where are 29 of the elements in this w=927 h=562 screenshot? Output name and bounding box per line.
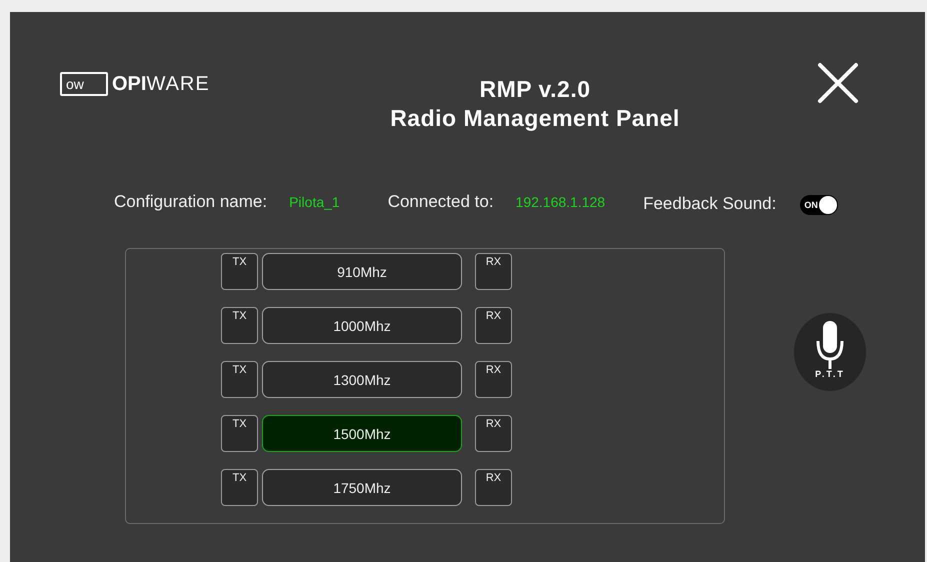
info-label: Configuration name: bbox=[114, 192, 268, 212]
info-value: 192.168.1.128 bbox=[516, 194, 606, 210]
frequency-button[interactable]: 1000Mhz bbox=[262, 307, 462, 344]
feedback-sound-toggle[interactable]: ON bbox=[800, 195, 838, 215]
rx-button[interactable]: RX bbox=[475, 361, 512, 398]
logo-text: WARE bbox=[146, 72, 210, 96]
ptt-button[interactable]: P.T.T bbox=[794, 313, 866, 391]
frequency-button[interactable]: 1500Mhz bbox=[262, 415, 462, 452]
app-subtitle: Radio Management Panel bbox=[390, 104, 680, 133]
tx-button[interactable]: TX bbox=[221, 415, 258, 452]
frequency-button[interactable]: 1300Mhz bbox=[262, 361, 462, 398]
info-value: Pilota_1 bbox=[289, 194, 340, 210]
tx-button[interactable]: TX bbox=[221, 361, 258, 398]
tx-button[interactable]: TX bbox=[221, 253, 258, 290]
rx-button[interactable]: RX bbox=[475, 415, 512, 452]
app-title: RMP v.2.0 bbox=[479, 75, 591, 104]
frequency-button[interactable]: 1750Mhz bbox=[262, 469, 462, 506]
frequency-button[interactable]: 910Mhz bbox=[262, 253, 462, 290]
rx-button[interactable]: RX bbox=[475, 307, 512, 344]
rx-button[interactable]: RX bbox=[475, 253, 512, 290]
info-label: Connected to: bbox=[388, 192, 494, 212]
rx-button[interactable]: RX bbox=[475, 469, 512, 506]
logo-badge: ow bbox=[60, 72, 108, 96]
tx-button[interactable]: TX bbox=[221, 469, 258, 506]
logo-text: OPI bbox=[112, 72, 146, 96]
close-icon[interactable] bbox=[817, 62, 859, 104]
feedback-sound-label: Feedback Sound: bbox=[643, 194, 776, 214]
tx-button[interactable]: TX bbox=[221, 307, 258, 344]
microphone-icon bbox=[815, 321, 845, 369]
